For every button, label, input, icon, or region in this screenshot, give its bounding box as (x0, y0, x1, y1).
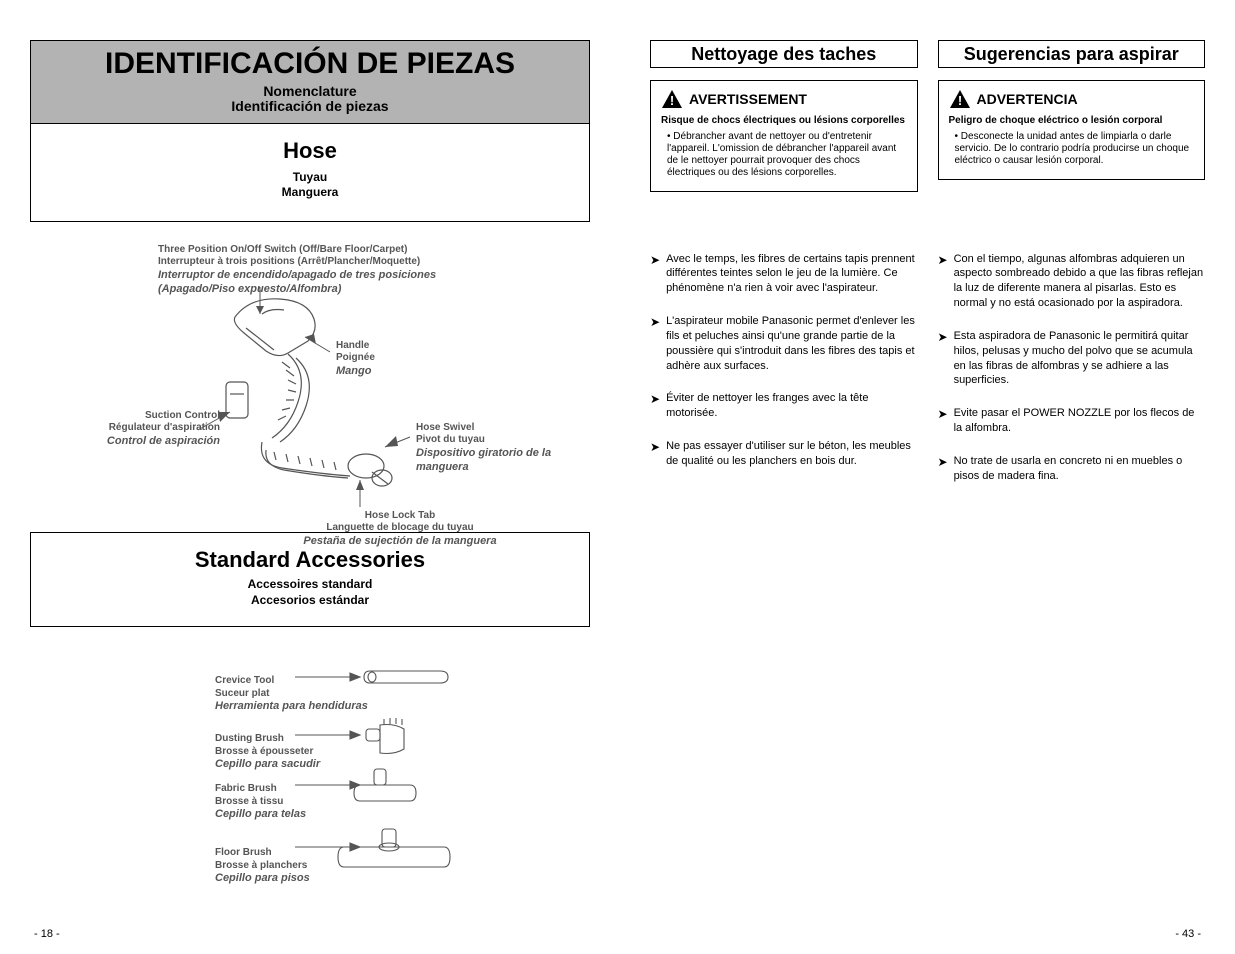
fr-warn-line: Risque de chocs électriques ou lésions c… (661, 115, 907, 127)
label-fabric: Fabric Brush Brosse à tissu Cepillo para… (215, 783, 306, 822)
label-dusting: Dusting Brush Brosse à épousseter Cepill… (215, 733, 320, 772)
es-heading: Sugerencias para aspirar (947, 45, 1197, 63)
svg-text:!: ! (957, 93, 961, 108)
label-suction: Suction Control Régulateur d'aspiration … (90, 410, 220, 449)
fr-warning-box: ! AVERTISSEMENT Risque de chocs électriq… (650, 80, 918, 192)
spanish-block: Sugerencias para aspirar ! ADVERTENCIA P… (938, 40, 1206, 192)
fr-warn-title: AVERTISSEMENT (689, 91, 807, 107)
svg-text:!: ! (670, 93, 674, 108)
es-bullet-2: ➤Esta aspiradora de Panasonic le permiti… (938, 329, 1206, 388)
label-tab: Hose Lock Tab Languette de blocage du tu… (270, 510, 530, 549)
label-swivel: Hose Swivel Pivot du tuyau Dispositivo g… (416, 422, 590, 475)
es-warning-box: ! ADVERTENCIA Peligro de choque eléctric… (938, 80, 1206, 180)
page-number-left: - 18 - (34, 928, 60, 940)
bullets-row: ➤Avec le temps, les fibres de certains t… (650, 252, 1205, 502)
label-floor: Floor Brush Brosse à planchers Cepillo p… (215, 847, 310, 886)
warning-icon: ! (949, 89, 971, 109)
fr-bullets: ➤Avec le temps, les fibres de certains t… (650, 252, 918, 502)
fr-bullet-2: ➤L'aspirateur mobile Panasonic permet d'… (650, 314, 918, 373)
fr-bullet-3: ➤Éviter de nettoyer les franges avec la … (650, 391, 918, 421)
fr-heading-box: Nettoyage des taches (650, 40, 918, 68)
es-bullet-3: ➤Evite pasar el POWER NOZZLE por los fle… (938, 406, 1206, 436)
es-heading-box: Sugerencias para aspirar (938, 40, 1206, 68)
es-warn-line: Peligro de choque eléctrico o lesión cor… (949, 115, 1195, 127)
right-column: Nettoyage des taches ! AVERTISSEMENT Ris… (650, 40, 1205, 907)
warning-icon: ! (661, 89, 683, 109)
std-heading: Standard Accessories (41, 547, 579, 573)
page-number-right: - 43 - (1175, 928, 1201, 940)
es-bullet-1: ➤Con el tiempo, algunas alfombras adquie… (938, 252, 1206, 311)
fr-heading: Nettoyage des taches (659, 45, 909, 63)
fr-bullet-1: ➤Avec le temps, les fibres de certains t… (650, 252, 918, 297)
parts-id-header: IDENTIFICACIÓN DE PIEZAS Nomenclature Id… (30, 40, 590, 124)
es-warn-bullet: • Desconecte la unidad antes de limpiarl… (949, 131, 1195, 167)
hose-diagram: Three Position On/Off Switch (Off/Bare F… (30, 232, 590, 532)
fr-warn-bullet: • Débrancher avant de nettoyer ou d'entr… (661, 131, 907, 179)
tools-diagram: Crevice Tool Suceur plat Herramienta par… (30, 647, 590, 907)
label-crevice: Crevice Tool Suceur plat Herramienta par… (215, 675, 368, 714)
label-handle: Handle Poignée Mango (336, 340, 375, 379)
parts-id-sub: Nomenclature Identificación de piezas (41, 84, 579, 115)
std-heading-sub: Accessoires standard Accesorios estándar (41, 577, 579, 608)
label-switch: Three Position On/Off Switch (Off/Bare F… (158, 244, 478, 297)
hose-heading: Hose (41, 138, 579, 164)
hose-heading-box: Hose Tuyau Manguera (30, 124, 590, 222)
french-block: Nettoyage des taches ! AVERTISSEMENT Ris… (650, 40, 918, 192)
fr-bullet-4: ➤Ne pas essayer d'utiliser sur le béton,… (650, 439, 918, 469)
hose-heading-sub: Tuyau Manguera (41, 170, 579, 201)
left-column: IDENTIFICACIÓN DE PIEZAS Nomenclature Id… (30, 40, 590, 907)
es-bullet-4: ➤No trate de usarla en concreto ni en mu… (938, 454, 1206, 484)
parts-id-title: IDENTIFICACIÓN DE PIEZAS (41, 47, 579, 80)
es-bullets: ➤Con el tiempo, algunas alfombras adquie… (938, 252, 1206, 502)
es-warn-title: ADVERTENCIA (977, 91, 1078, 107)
